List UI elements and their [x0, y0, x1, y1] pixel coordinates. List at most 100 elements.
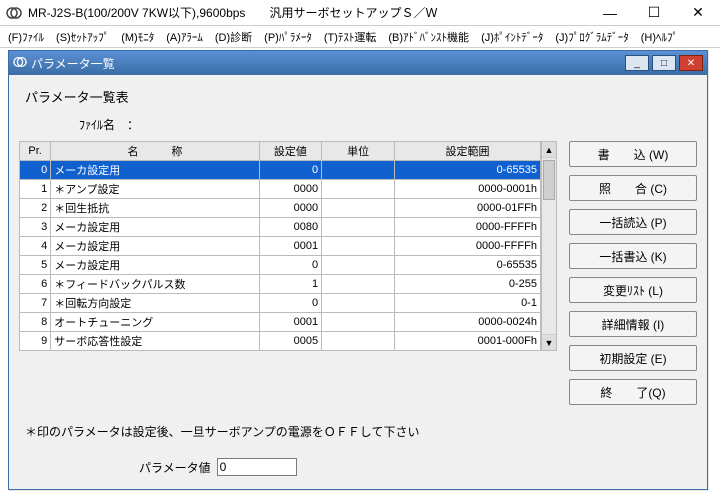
col-name[interactable]: 名 称	[51, 142, 259, 161]
param-value-label: パラメータ値	[139, 459, 211, 476]
cell-num: 0	[20, 161, 51, 180]
table-row[interactable]: 3メーカ設定用00800000-FFFFh	[20, 218, 541, 237]
close-dialog-button[interactable]: 終 了(Q)	[569, 379, 697, 405]
table-row[interactable]: 1＊アンプ設定0000 0000-0001h	[20, 180, 541, 199]
cell-unit	[322, 218, 395, 237]
table-row[interactable]: 5メーカ設定用00-65535	[20, 256, 541, 275]
read-all-button[interactable]: 一括読込 (P)	[569, 209, 697, 235]
filename-label: ﾌｧｲﾙ名 ：	[79, 116, 697, 133]
cell-num: 8	[20, 313, 51, 332]
table-row[interactable]: 4メーカ設定用0001 0000-FFFFh	[20, 237, 541, 256]
table-row[interactable]: 2＊回生抵抗0000 0000-01FFh	[20, 199, 541, 218]
cell-range: 0-1	[395, 294, 541, 313]
parameter-table-wrap: Pr. 名 称 設定値 単位 設定範囲 0メーカ設定用00-655351＊アンプ…	[19, 141, 541, 351]
cell-num: 7	[20, 294, 51, 313]
cell-val: 0005	[259, 332, 322, 351]
outer-titlebar: MR-J2S-B(100/200V 7KW以下),9600bps 汎用サーボセッ…	[0, 0, 720, 26]
table-row[interactable]: 8オートチューニング00010000-0024h	[20, 313, 541, 332]
menu-item-3[interactable]: (A)ｱﾗｰﾑ	[162, 27, 207, 47]
table-row[interactable]: 0メーカ設定用00-65535	[20, 161, 541, 180]
app-icon	[6, 5, 22, 21]
child-titlebar: パラメータ一覧 _ □ ✕	[9, 51, 707, 75]
cell-name: ＊フィードバックパルス数	[51, 275, 259, 294]
cell-num: 5	[20, 256, 51, 275]
write-all-button[interactable]: 一括書込 (K)	[569, 243, 697, 269]
cell-range: 0000-0001h	[395, 180, 541, 199]
outer-title-1: MR-J2S-B(100/200V 7KW以下),9600bps	[28, 4, 245, 21]
col-unit[interactable]: 単位	[322, 142, 395, 161]
write-button[interactable]: 書 込 (W)	[569, 141, 697, 167]
cell-name: ＊アンプ設定	[51, 180, 259, 199]
table-row[interactable]: 7＊回転方向設定00-1	[20, 294, 541, 313]
cell-name: メーカ設定用	[51, 256, 259, 275]
child-maximize-button[interactable]: □	[652, 55, 676, 71]
menu-item-8[interactable]: (J)ﾎﾟｲﾝﾄﾃﾞｰﾀ	[477, 27, 547, 47]
cell-num: 3	[20, 218, 51, 237]
col-range[interactable]: 設定範囲	[395, 142, 541, 161]
scroll-thumb[interactable]	[543, 160, 555, 200]
detail-info-button[interactable]: 詳細情報 (I)	[569, 311, 697, 337]
cell-unit	[322, 237, 395, 256]
footnote: ＊印のパラメータは設定後、一旦サーボアンプの電源をＯＦＦして下さい	[25, 423, 697, 440]
menu-item-5[interactable]: (P)ﾊﾟﾗﾒｰﾀ	[260, 27, 316, 47]
table-row[interactable]: 6＊フィードバックパルス数1 0-255	[20, 275, 541, 294]
initial-setting-button[interactable]: 初期設定 (E)	[569, 345, 697, 371]
menu-item-1[interactable]: (S)ｾｯﾄｱｯﾌﾟ	[52, 27, 113, 47]
cell-range: 0001-000Fh	[395, 332, 541, 351]
cell-name: サーボ応答性設定	[51, 332, 259, 351]
menu-item-2[interactable]: (M)ﾓﾆﾀ	[117, 27, 158, 47]
cell-range: 0000-0024h	[395, 313, 541, 332]
cell-name: ＊回転方向設定	[51, 294, 259, 313]
verify-button[interactable]: 照 合 (C)	[569, 175, 697, 201]
cell-name: オートチューニング	[51, 313, 259, 332]
change-list-button[interactable]: 変更ﾘｽﾄ (L)	[569, 277, 697, 303]
cell-val: 1	[259, 275, 322, 294]
menu-item-10[interactable]: (H)ﾍﾙﾌﾟ	[637, 27, 682, 47]
cell-num: 9	[20, 332, 51, 351]
scroll-up-icon[interactable]: ▲	[542, 142, 556, 158]
cell-name: メーカ設定用	[51, 218, 259, 237]
cell-unit	[322, 199, 395, 218]
child-close-button[interactable]: ✕	[679, 55, 703, 71]
cell-unit	[322, 332, 395, 351]
child-window: パラメータ一覧 _ □ ✕ パラメータ一覧表 ﾌｧｲﾙ名 ： Pr. 名 称 設…	[8, 50, 708, 490]
table-row[interactable]: 9サーボ応答性設定0005 0001-000Fh	[20, 332, 541, 351]
child-minimize-button[interactable]: _	[625, 55, 649, 71]
menu-item-9[interactable]: (J)ﾌﾟﾛｸﾞﾗﾑﾃﾞｰﾀ	[551, 27, 632, 47]
cell-name: ＊回生抵抗	[51, 199, 259, 218]
cell-range: 0000-FFFFh	[395, 237, 541, 256]
cell-val: 0000	[259, 180, 322, 199]
maximize-button[interactable]: ☐	[632, 0, 676, 26]
side-button-panel: 書 込 (W) 照 合 (C) 一括読込 (P) 一括書込 (K) 変更ﾘｽﾄ …	[569, 141, 697, 405]
cell-range: 0000-FFFFh	[395, 218, 541, 237]
cell-range: 0-255	[395, 275, 541, 294]
cell-unit	[322, 256, 395, 275]
close-button[interactable]: ✕	[676, 0, 720, 26]
minimize-button[interactable]: ―	[588, 0, 632, 26]
menu-item-6[interactable]: (T)ﾃｽﾄ運転	[320, 27, 381, 47]
menu-item-4[interactable]: (D)診断	[211, 27, 256, 47]
cell-range: 0000-01FFh	[395, 199, 541, 218]
cell-val: 0001	[259, 237, 322, 256]
cell-num: 4	[20, 237, 51, 256]
child-title: パラメータ一覧	[31, 55, 115, 72]
cell-name: メーカ設定用	[51, 237, 259, 256]
col-pr[interactable]: Pr.	[20, 142, 51, 161]
menu-item-7[interactable]: (B)ｱﾄﾞﾊﾞﾝｽﾄ機能	[384, 27, 473, 47]
cell-num: 6	[20, 275, 51, 294]
table-scrollbar[interactable]: ▲ ▼	[541, 141, 557, 351]
menu-item-0[interactable]: (F)ﾌｧｲﾙ	[4, 27, 48, 47]
outer-title-2: 汎用サーボセットアップＳ／Ｗ	[269, 4, 437, 21]
cell-num: 2	[20, 199, 51, 218]
cell-unit	[322, 313, 395, 332]
cell-unit	[322, 294, 395, 313]
child-app-icon	[13, 55, 27, 72]
cell-val: 0000	[259, 199, 322, 218]
cell-val: 0	[259, 161, 322, 180]
cell-num: 1	[20, 180, 51, 199]
param-value-input[interactable]	[217, 458, 297, 476]
page-heading: パラメータ一覧表	[25, 87, 697, 106]
parameter-table: Pr. 名 称 設定値 単位 設定範囲 0メーカ設定用00-655351＊アンプ…	[19, 141, 541, 351]
scroll-down-icon[interactable]: ▼	[542, 334, 556, 350]
col-val[interactable]: 設定値	[259, 142, 322, 161]
